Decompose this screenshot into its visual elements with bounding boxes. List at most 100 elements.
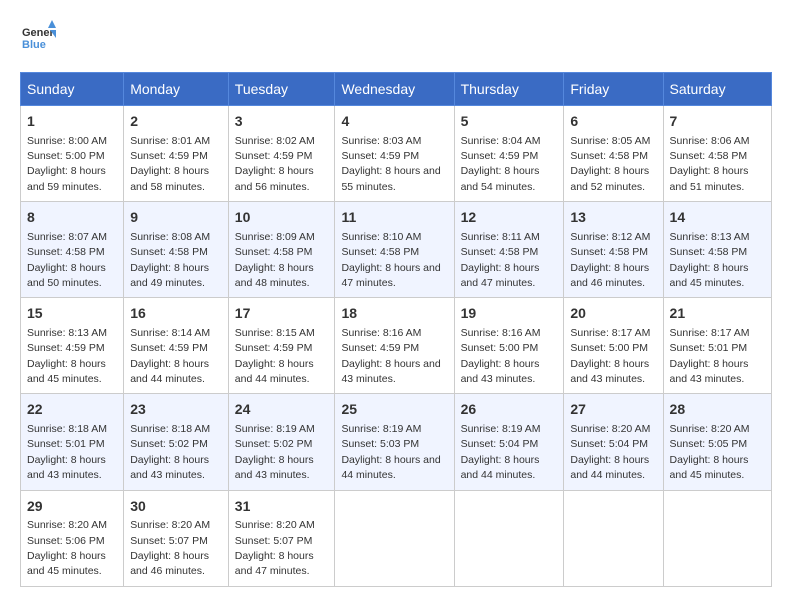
- day-info: Sunrise: 8:19 AMSunset: 5:03 PMDaylight:…: [341, 423, 440, 481]
- calendar-cell: [335, 490, 454, 586]
- day-info: Sunrise: 8:14 AMSunset: 4:59 PMDaylight:…: [130, 327, 210, 385]
- day-number: 10: [235, 208, 329, 228]
- calendar-cell: 15 Sunrise: 8:13 AMSunset: 4:59 PMDaylig…: [21, 298, 124, 394]
- col-header-friday: Friday: [564, 73, 663, 106]
- calendar-cell: 26 Sunrise: 8:19 AMSunset: 5:04 PMDaylig…: [454, 394, 564, 490]
- day-number: 20: [570, 304, 656, 324]
- day-info: Sunrise: 8:20 AMSunset: 5:06 PMDaylight:…: [27, 519, 107, 577]
- calendar-cell: 3 Sunrise: 8:02 AMSunset: 4:59 PMDayligh…: [228, 106, 335, 202]
- day-info: Sunrise: 8:19 AMSunset: 5:04 PMDaylight:…: [461, 423, 541, 481]
- calendar-cell: 13 Sunrise: 8:12 AMSunset: 4:58 PMDaylig…: [564, 202, 663, 298]
- calendar-week-row: 29 Sunrise: 8:20 AMSunset: 5:06 PMDaylig…: [21, 490, 772, 586]
- day-info: Sunrise: 8:20 AMSunset: 5:07 PMDaylight:…: [130, 519, 210, 577]
- day-info: Sunrise: 8:18 AMSunset: 5:01 PMDaylight:…: [27, 423, 107, 481]
- day-number: 7: [670, 112, 765, 132]
- calendar-cell: 25 Sunrise: 8:19 AMSunset: 5:03 PMDaylig…: [335, 394, 454, 490]
- day-number: 12: [461, 208, 558, 228]
- day-number: 19: [461, 304, 558, 324]
- day-number: 29: [27, 497, 117, 517]
- calendar-week-row: 22 Sunrise: 8:18 AMSunset: 5:01 PMDaylig…: [21, 394, 772, 490]
- calendar-cell: 31 Sunrise: 8:20 AMSunset: 5:07 PMDaylig…: [228, 490, 335, 586]
- day-info: Sunrise: 8:08 AMSunset: 4:58 PMDaylight:…: [130, 231, 210, 289]
- col-header-tuesday: Tuesday: [228, 73, 335, 106]
- day-number: 1: [27, 112, 117, 132]
- day-info: Sunrise: 8:11 AMSunset: 4:58 PMDaylight:…: [461, 231, 540, 289]
- calendar-week-row: 1 Sunrise: 8:00 AMSunset: 5:00 PMDayligh…: [21, 106, 772, 202]
- day-number: 5: [461, 112, 558, 132]
- calendar-cell: 23 Sunrise: 8:18 AMSunset: 5:02 PMDaylig…: [124, 394, 229, 490]
- day-info: Sunrise: 8:07 AMSunset: 4:58 PMDaylight:…: [27, 231, 107, 289]
- logo: General Blue: [20, 20, 56, 56]
- calendar-cell: 24 Sunrise: 8:19 AMSunset: 5:02 PMDaylig…: [228, 394, 335, 490]
- calendar-cell: 17 Sunrise: 8:15 AMSunset: 4:59 PMDaylig…: [228, 298, 335, 394]
- day-info: Sunrise: 8:16 AMSunset: 4:59 PMDaylight:…: [341, 327, 440, 385]
- calendar-cell: 20 Sunrise: 8:17 AMSunset: 5:00 PMDaylig…: [564, 298, 663, 394]
- day-number: 26: [461, 400, 558, 420]
- day-number: 9: [130, 208, 222, 228]
- day-number: 21: [670, 304, 765, 324]
- day-number: 15: [27, 304, 117, 324]
- calendar-cell: 27 Sunrise: 8:20 AMSunset: 5:04 PMDaylig…: [564, 394, 663, 490]
- day-number: 11: [341, 208, 447, 228]
- calendar-cell: 14 Sunrise: 8:13 AMSunset: 4:58 PMDaylig…: [663, 202, 771, 298]
- col-header-thursday: Thursday: [454, 73, 564, 106]
- day-info: Sunrise: 8:02 AMSunset: 4:59 PMDaylight:…: [235, 135, 315, 193]
- day-info: Sunrise: 8:10 AMSunset: 4:58 PMDaylight:…: [341, 231, 440, 289]
- day-info: Sunrise: 8:18 AMSunset: 5:02 PMDaylight:…: [130, 423, 210, 481]
- day-number: 8: [27, 208, 117, 228]
- calendar-week-row: 15 Sunrise: 8:13 AMSunset: 4:59 PMDaylig…: [21, 298, 772, 394]
- calendar-cell: [663, 490, 771, 586]
- calendar-cell: 18 Sunrise: 8:16 AMSunset: 4:59 PMDaylig…: [335, 298, 454, 394]
- day-info: Sunrise: 8:12 AMSunset: 4:58 PMDaylight:…: [570, 231, 650, 289]
- day-number: 30: [130, 497, 222, 517]
- calendar-cell: 4 Sunrise: 8:03 AMSunset: 4:59 PMDayligh…: [335, 106, 454, 202]
- day-info: Sunrise: 8:17 AMSunset: 5:00 PMDaylight:…: [570, 327, 650, 385]
- day-info: Sunrise: 8:15 AMSunset: 4:59 PMDaylight:…: [235, 327, 315, 385]
- calendar-cell: 22 Sunrise: 8:18 AMSunset: 5:01 PMDaylig…: [21, 394, 124, 490]
- calendar-cell: 5 Sunrise: 8:04 AMSunset: 4:59 PMDayligh…: [454, 106, 564, 202]
- calendar-cell: 29 Sunrise: 8:20 AMSunset: 5:06 PMDaylig…: [21, 490, 124, 586]
- calendar-cell: 16 Sunrise: 8:14 AMSunset: 4:59 PMDaylig…: [124, 298, 229, 394]
- day-number: 6: [570, 112, 656, 132]
- day-info: Sunrise: 8:19 AMSunset: 5:02 PMDaylight:…: [235, 423, 315, 481]
- col-header-saturday: Saturday: [663, 73, 771, 106]
- day-info: Sunrise: 8:01 AMSunset: 4:59 PMDaylight:…: [130, 135, 210, 193]
- day-info: Sunrise: 8:00 AMSunset: 5:00 PMDaylight:…: [27, 135, 107, 193]
- col-header-sunday: Sunday: [21, 73, 124, 106]
- calendar-cell: [454, 490, 564, 586]
- calendar-cell: 11 Sunrise: 8:10 AMSunset: 4:58 PMDaylig…: [335, 202, 454, 298]
- day-number: 28: [670, 400, 765, 420]
- logo-icon: General Blue: [20, 20, 56, 56]
- day-number: 25: [341, 400, 447, 420]
- col-header-wednesday: Wednesday: [335, 73, 454, 106]
- calendar-cell: 8 Sunrise: 8:07 AMSunset: 4:58 PMDayligh…: [21, 202, 124, 298]
- day-info: Sunrise: 8:09 AMSunset: 4:58 PMDaylight:…: [235, 231, 315, 289]
- day-number: 22: [27, 400, 117, 420]
- calendar-cell: 21 Sunrise: 8:17 AMSunset: 5:01 PMDaylig…: [663, 298, 771, 394]
- calendar-cell: 19 Sunrise: 8:16 AMSunset: 5:00 PMDaylig…: [454, 298, 564, 394]
- calendar-cell: 1 Sunrise: 8:00 AMSunset: 5:00 PMDayligh…: [21, 106, 124, 202]
- day-number: 2: [130, 112, 222, 132]
- day-info: Sunrise: 8:04 AMSunset: 4:59 PMDaylight:…: [461, 135, 541, 193]
- day-info: Sunrise: 8:20 AMSunset: 5:07 PMDaylight:…: [235, 519, 315, 577]
- calendar-week-row: 8 Sunrise: 8:07 AMSunset: 4:58 PMDayligh…: [21, 202, 772, 298]
- calendar-cell: [564, 490, 663, 586]
- calendar-table: SundayMondayTuesdayWednesdayThursdayFrid…: [20, 72, 772, 587]
- day-number: 17: [235, 304, 329, 324]
- calendar-cell: 30 Sunrise: 8:20 AMSunset: 5:07 PMDaylig…: [124, 490, 229, 586]
- calendar-cell: 9 Sunrise: 8:08 AMSunset: 4:58 PMDayligh…: [124, 202, 229, 298]
- col-header-monday: Monday: [124, 73, 229, 106]
- day-number: 27: [570, 400, 656, 420]
- day-info: Sunrise: 8:13 AMSunset: 4:59 PMDaylight:…: [27, 327, 107, 385]
- calendar-cell: 12 Sunrise: 8:11 AMSunset: 4:58 PMDaylig…: [454, 202, 564, 298]
- day-info: Sunrise: 8:06 AMSunset: 4:58 PMDaylight:…: [670, 135, 750, 193]
- day-info: Sunrise: 8:16 AMSunset: 5:00 PMDaylight:…: [461, 327, 541, 385]
- day-number: 23: [130, 400, 222, 420]
- day-info: Sunrise: 8:17 AMSunset: 5:01 PMDaylight:…: [670, 327, 750, 385]
- calendar-cell: 2 Sunrise: 8:01 AMSunset: 4:59 PMDayligh…: [124, 106, 229, 202]
- calendar-cell: 7 Sunrise: 8:06 AMSunset: 4:58 PMDayligh…: [663, 106, 771, 202]
- calendar-cell: 28 Sunrise: 8:20 AMSunset: 5:05 PMDaylig…: [663, 394, 771, 490]
- day-info: Sunrise: 8:03 AMSunset: 4:59 PMDaylight:…: [341, 135, 440, 193]
- calendar-header-row: SundayMondayTuesdayWednesdayThursdayFrid…: [21, 73, 772, 106]
- page-header: General Blue: [20, 20, 772, 56]
